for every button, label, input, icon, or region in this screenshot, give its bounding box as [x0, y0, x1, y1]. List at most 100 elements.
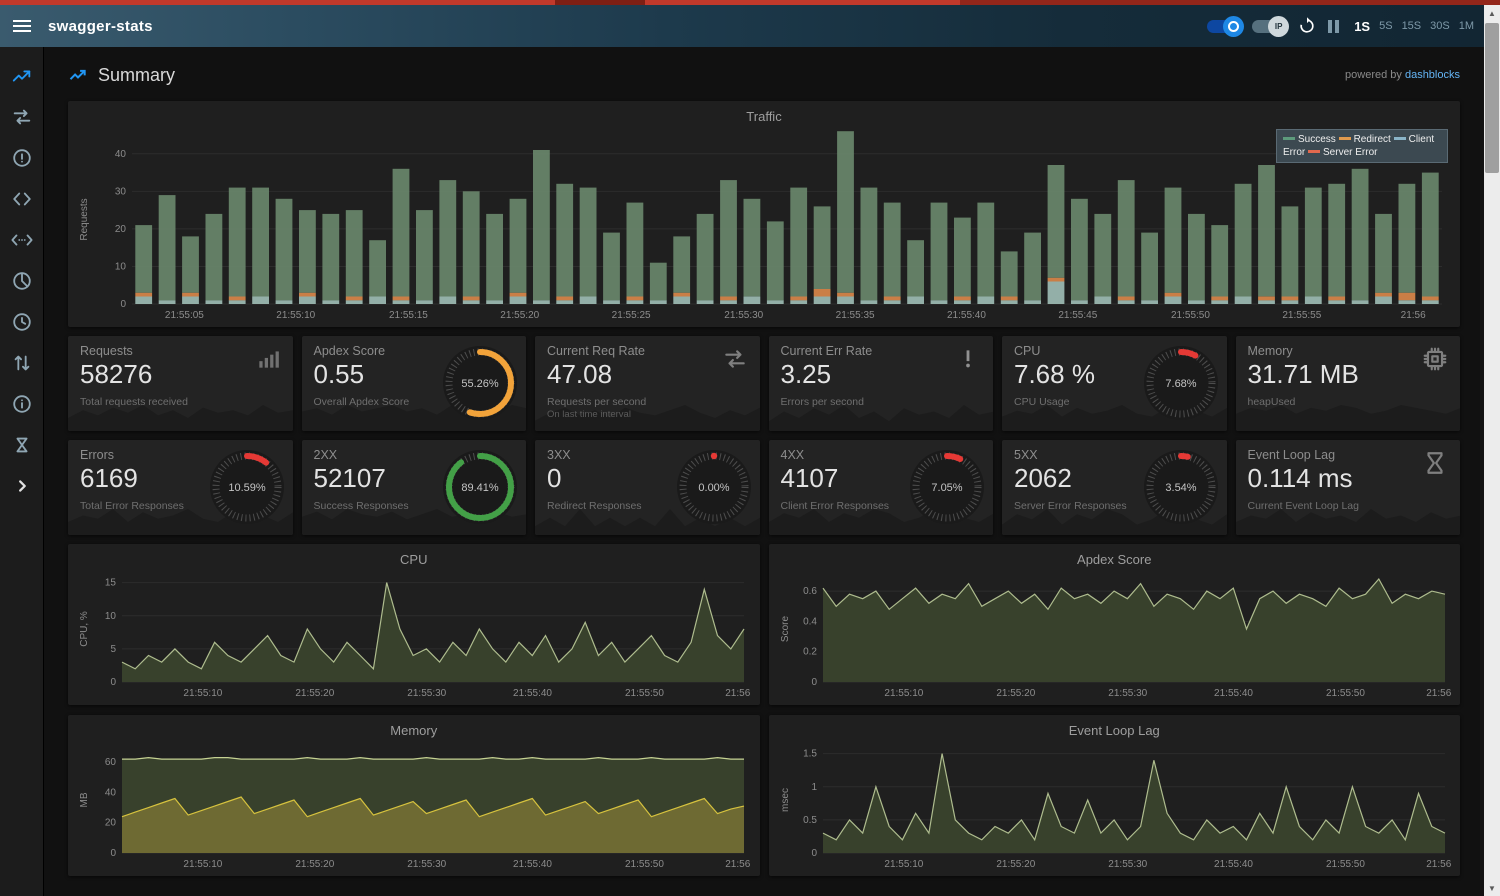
- error-outline-icon: [11, 147, 33, 169]
- card-subtitle: Errors per second: [781, 396, 864, 408]
- interval-1m[interactable]: 1M: [1459, 20, 1474, 32]
- legend-redirect-swatch: [1339, 137, 1351, 140]
- traffic-title: Traffic: [68, 101, 1460, 124]
- card-subtitle-2: On last time interval: [547, 409, 631, 420]
- chevron-right-icon: [11, 475, 33, 497]
- card-title: Apdex Score: [314, 344, 386, 358]
- card-subtitle: Client Error Responses: [781, 500, 890, 512]
- card-requests: Requests 58276 Total requests received: [68, 336, 293, 431]
- svg-text:Requests: Requests: [79, 198, 90, 240]
- main-content: Summary powered by dashblocks Traffic Su…: [44, 47, 1484, 896]
- card-subtitle: Server Error Responses: [1014, 500, 1127, 512]
- legend-client-error-swatch: [1394, 137, 1406, 140]
- card-subtitle: Total requests received: [80, 396, 188, 408]
- card-value: 0.114 ms: [1248, 463, 1353, 494]
- refresh-icon[interactable]: [1297, 16, 1317, 36]
- card-title: Errors: [80, 448, 114, 462]
- powered-by: powered by dashblocks: [1345, 69, 1460, 81]
- donut-chart-icon: [11, 270, 33, 292]
- page-title: Summary: [98, 65, 175, 86]
- pause-icon[interactable]: [1328, 20, 1339, 33]
- svg-text:1: 1: [811, 782, 817, 793]
- interval-30s[interactable]: 30S: [1430, 20, 1450, 32]
- svg-text:21:55:30: 21:55:30: [407, 859, 446, 870]
- scroll-down-icon[interactable]: ▼: [1484, 880, 1500, 896]
- svg-text:21:55:10: 21:55:10: [884, 859, 923, 870]
- auto-refresh-knob: [1223, 16, 1244, 37]
- apdex-gauge: 55.26%: [442, 345, 518, 421]
- clock-icon: [11, 311, 33, 333]
- sidebar-item-rates[interactable]: [0, 260, 43, 301]
- svg-text:21:55:45: 21:55:45: [1058, 310, 1097, 321]
- menu-icon[interactable]: [0, 5, 44, 47]
- svg-text:40: 40: [115, 149, 127, 160]
- svg-text:21:55:50: 21:55:50: [1326, 688, 1365, 699]
- settings-ethernet-icon: [11, 229, 33, 251]
- svg-text:55.26%: 55.26%: [461, 378, 499, 390]
- card-value: 3.25: [781, 359, 832, 390]
- svg-text:10.59%: 10.59%: [228, 482, 266, 494]
- errors-gauge: 10.59%: [209, 449, 285, 525]
- svg-text:21:55:50: 21:55:50: [1326, 859, 1365, 870]
- interval-15s[interactable]: 15S: [1402, 20, 1422, 32]
- alert-icon: [955, 346, 981, 372]
- svg-text:21:55:50: 21:55:50: [1171, 310, 1210, 321]
- sidebar-expand[interactable]: [0, 465, 43, 506]
- svg-text:0: 0: [110, 677, 116, 688]
- swap-horizontal-icon: [11, 106, 33, 128]
- sidebar-item-apdex[interactable]: [0, 424, 43, 465]
- header-controls: IP 1S 5S 15S 30S 1M: [1207, 16, 1484, 36]
- metric-cards-row-1: Requests 58276 Total requests received A…: [68, 336, 1460, 431]
- sidebar-item-summary[interactable]: [0, 55, 43, 96]
- interval-5s[interactable]: 5S: [1379, 20, 1392, 32]
- app-title: swagger-stats: [48, 18, 153, 35]
- dashblocks-link[interactable]: dashblocks: [1405, 69, 1460, 81]
- sidebar-item-about[interactable]: [0, 383, 43, 424]
- svg-text:21:55:30: 21:55:30: [724, 310, 763, 321]
- svg-text:21:55:20: 21:55:20: [500, 310, 539, 321]
- sidebar-item-timeline[interactable]: [0, 301, 43, 342]
- svg-text:21:55:10: 21:55:10: [884, 688, 923, 699]
- svg-text:5: 5: [110, 644, 116, 655]
- sidebar-item-requests[interactable]: [0, 96, 43, 137]
- memory-chart: 020406021:55:1021:55:2021:55:3021:55:402…: [74, 739, 754, 872]
- ip-toggle[interactable]: IP: [1252, 20, 1286, 33]
- sidebar-item-api[interactable]: [0, 178, 43, 219]
- svg-text:15: 15: [105, 578, 117, 589]
- bar-chart-icon: [255, 346, 281, 372]
- card-subtitle: Current Event Loop Lag: [1248, 500, 1360, 512]
- redirect-gauge: 0.00%: [676, 449, 752, 525]
- svg-text:21:55:20: 21:55:20: [996, 859, 1035, 870]
- sidebar-item-api-responses[interactable]: [0, 219, 43, 260]
- svg-text:0.6: 0.6: [803, 586, 817, 597]
- sidebar-item-payload[interactable]: [0, 342, 43, 383]
- cpu-gauge: 7.68%: [1143, 345, 1219, 421]
- summary-trend-icon: [68, 65, 88, 85]
- svg-text:7.68%: 7.68%: [1165, 378, 1196, 390]
- card-title: Current Req Rate: [547, 344, 645, 358]
- svg-text:0: 0: [120, 299, 126, 310]
- card-value: 7.68 %: [1014, 359, 1095, 390]
- svg-text:21:55:15: 21:55:15: [389, 310, 428, 321]
- scrollbar[interactable]: ▲ ▼: [1484, 5, 1500, 896]
- card-value: 4107: [781, 463, 839, 494]
- client-error-gauge: 7.05%: [909, 449, 985, 525]
- svg-text:21:55:35: 21:55:35: [836, 310, 875, 321]
- interval-1s[interactable]: 1S: [1354, 19, 1370, 34]
- svg-text:21:55:10: 21:55:10: [183, 688, 222, 699]
- card-3xx: 3XX 0 Redirect Responses 0.00%: [535, 440, 760, 535]
- svg-text:21:55:30: 21:55:30: [1108, 859, 1147, 870]
- svg-text:0.00%: 0.00%: [698, 482, 729, 494]
- svg-text:msec: msec: [780, 788, 791, 812]
- card-value: 0.55: [314, 359, 365, 390]
- svg-text:7.05%: 7.05%: [931, 482, 962, 494]
- svg-text:10: 10: [115, 261, 127, 272]
- card-subtitle: Requests per second: [547, 396, 646, 408]
- metric-cards-row-2: Errors 6169 Total Error Responses 10.59%…: [68, 440, 1460, 535]
- svg-text:21:55:30: 21:55:30: [1108, 688, 1147, 699]
- scrollbar-thumb[interactable]: [1485, 23, 1499, 173]
- card-title: Requests: [80, 344, 133, 358]
- sidebar-item-errors[interactable]: [0, 137, 43, 178]
- auto-refresh-toggle[interactable]: [1207, 20, 1241, 33]
- scroll-up-icon[interactable]: ▲: [1484, 5, 1500, 21]
